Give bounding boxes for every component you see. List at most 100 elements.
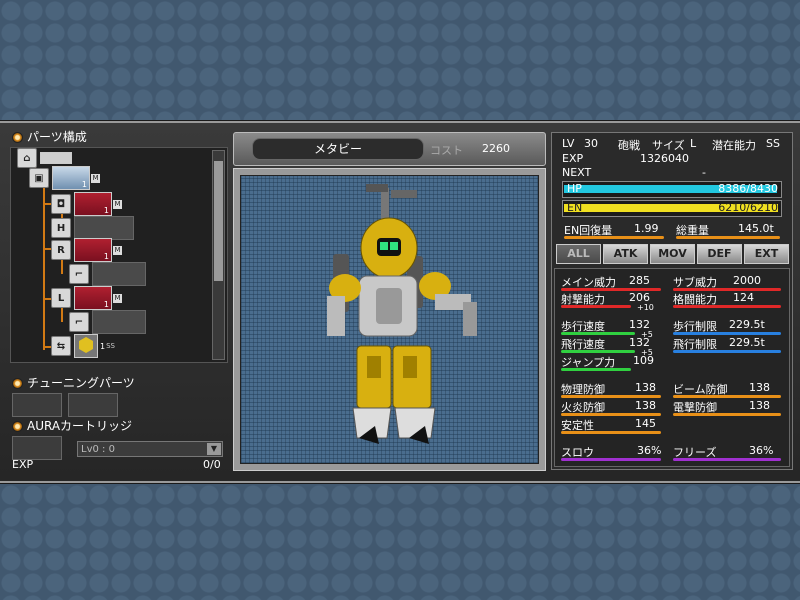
preview-background: [240, 175, 539, 464]
shoot-bonus: +10: [637, 303, 654, 312]
stat-underline: [673, 305, 781, 308]
tree-node-gun[interactable]: ⌐: [69, 262, 146, 286]
melee-value: 124: [733, 291, 754, 304]
section-bullet-icon: [12, 420, 23, 432]
robot-name-bar: メタビー コスト 2260: [233, 132, 546, 166]
empty-slot[interactable]: [92, 262, 146, 286]
phys-def-value: 138: [635, 381, 656, 394]
aura-level-select[interactable]: Lv0 : 0 ▼: [77, 441, 223, 457]
tab-mov[interactable]: MOV: [650, 244, 695, 264]
tree-node-larm[interactable]: L 1 M: [51, 286, 122, 310]
arm-slot-icon: L: [51, 288, 71, 308]
medal-lv: 1: [100, 341, 106, 351]
en-bar: EN 6210/6210: [562, 200, 782, 217]
en-value: 6210/6210: [718, 201, 778, 214]
chevron-down-icon[interactable]: ▼: [207, 443, 221, 455]
mbadge: M: [113, 199, 122, 209]
tree-node-rarm[interactable]: ◘ 1 M: [51, 192, 122, 216]
gun-slot-icon: ⌐: [69, 264, 89, 284]
tab-atk[interactable]: ATK: [603, 244, 648, 264]
walk-limit-value: 229.5t: [729, 318, 765, 331]
robot-model-icon: [327, 184, 477, 444]
tree-node-sub1[interactable]: H: [51, 216, 134, 240]
tree-scrollbar[interactable]: [212, 150, 225, 360]
part-head-thumb: [40, 152, 72, 164]
tree-node-head[interactable]: ▣ 1 M: [29, 166, 100, 190]
fly-limit-value: 229.5t: [729, 336, 765, 349]
empty-slot[interactable]: [74, 216, 134, 240]
slow-value: 36%: [637, 444, 662, 457]
robot-preview[interactable]: [233, 168, 546, 471]
tree-node-root[interactable]: ⌂: [17, 148, 72, 168]
empty-slot[interactable]: [92, 310, 146, 334]
parts-tree[interactable]: ⌂ ▣ 1 M ◘ 1 M H R 1 M ⌐ L 1 M ⌐ ⇆ 1 SS: [10, 147, 228, 363]
exp-value: 1326040: [640, 152, 689, 165]
stability-value: 145: [635, 417, 656, 430]
class-value: 砲戦: [618, 139, 640, 152]
stat-underline: [561, 431, 661, 434]
tree-node-gun2[interactable]: ⌐: [69, 310, 146, 334]
tab-def[interactable]: DEF: [697, 244, 742, 264]
potential-label: 潜在能力: [712, 139, 756, 152]
stats-panel: LV 30 砲戦 サイズ L 潜在能力 SS EXP 1326040 NEXT …: [551, 132, 793, 470]
stat-underline: [561, 458, 661, 461]
tree-node-weapon[interactable]: R 1 M: [51, 238, 122, 262]
tab-all[interactable]: ALL: [556, 244, 601, 264]
sub-power-value: 2000: [733, 274, 761, 287]
aura-title-text: AURAカートリッジ: [27, 419, 133, 433]
exp-label: EXP: [562, 152, 584, 165]
robot-body-icon: ⌂: [17, 148, 37, 168]
exp-value: 0/0: [203, 458, 221, 471]
recovery-underline: [564, 236, 664, 239]
part-weapon: 1: [74, 238, 112, 262]
cost-label: コスト: [430, 144, 463, 157]
lv-label: LV: [562, 137, 575, 150]
tuning-slot-2[interactable]: [68, 393, 118, 417]
weapon-slot-icon: R: [51, 240, 71, 260]
stat-underline: [561, 368, 631, 371]
stat-underline: [561, 332, 635, 335]
stat-underline: [561, 413, 661, 416]
stat-list: メイン威力 285 サブ威力 2000 射撃能力 206 +10 格闘能力 12…: [554, 268, 790, 467]
total-weight-value: 145.0t: [738, 222, 774, 235]
tree-connector: [43, 180, 45, 350]
scroll-thumb[interactable]: [214, 161, 223, 281]
freeze-value: 36%: [749, 444, 774, 457]
mbadge: M: [113, 245, 122, 255]
parts-section-title: パーツ構成: [12, 129, 87, 145]
part-right-arm: 1: [74, 192, 112, 216]
arm-slot-icon: ◘: [51, 194, 71, 214]
medal-rank: SS: [106, 342, 115, 350]
section-bullet-icon: [12, 377, 23, 389]
aura-select-value: Lv0 : 0: [81, 444, 115, 455]
head-slot-icon: ▣: [29, 168, 49, 188]
tree-connector: [61, 260, 63, 274]
aura-slot[interactable]: [12, 436, 62, 460]
main-power-value: 285: [629, 274, 650, 287]
cost-value: 2260: [482, 142, 510, 155]
jump-value: 109: [633, 354, 654, 367]
tree-connector: [61, 308, 63, 322]
next-value: -: [702, 166, 706, 179]
part-left-arm: 1: [74, 286, 112, 310]
stat-tabs: ALL ATK MOV DEF EXT: [556, 244, 791, 264]
mbadge: M: [91, 173, 100, 183]
part-head: 1: [52, 166, 90, 190]
lv-value: 30: [584, 137, 598, 150]
part-medal: [74, 334, 98, 358]
stat-underline: [561, 395, 661, 398]
stat-underline: [673, 395, 781, 398]
stat-underline: [561, 305, 631, 308]
tree-node-medal[interactable]: ⇆ 1 SS: [51, 334, 115, 358]
stat-underline: [561, 350, 635, 353]
swap-icon: ⇆: [51, 336, 71, 356]
stat-underline: [673, 413, 781, 416]
en-recovery-value: 1.99: [634, 222, 659, 235]
en-label: EN: [567, 201, 583, 214]
potential-value: SS: [766, 137, 780, 150]
tab-ext[interactable]: EXT: [744, 244, 789, 264]
fire-def-value: 138: [635, 399, 656, 412]
hp-bar: HP 8386/8430: [562, 181, 782, 198]
tuning-slot-1[interactable]: [12, 393, 62, 417]
stat-underline: [673, 458, 781, 461]
